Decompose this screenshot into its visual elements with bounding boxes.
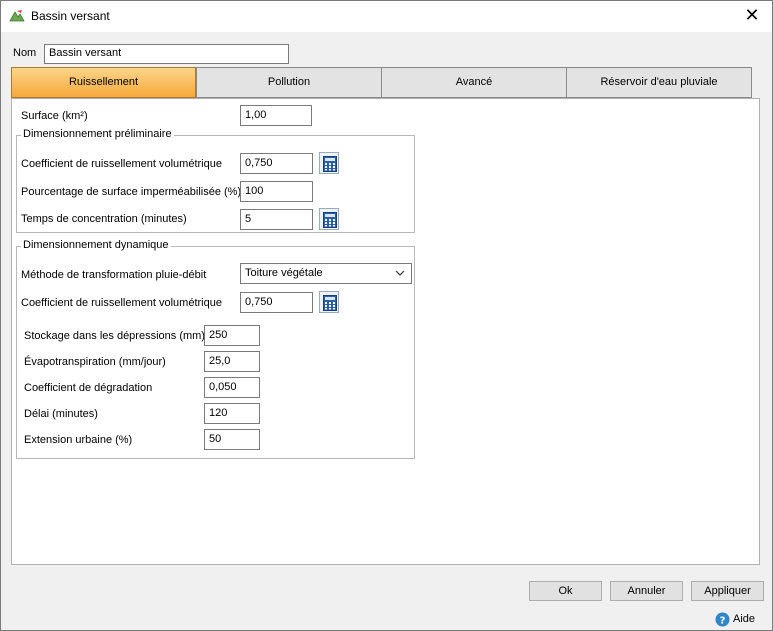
prelim-runoff-calculator-button[interactable] bbox=[319, 152, 339, 174]
prelim-runoff-input[interactable]: 0,750 bbox=[240, 153, 313, 174]
dynamic-runoff-calculator-button[interactable] bbox=[319, 291, 339, 313]
dynamic-method-label: Méthode de transformation pluie-débit bbox=[21, 269, 207, 281]
prelim-impervious-input[interactable]: 100 bbox=[240, 181, 313, 202]
evapo-label: Évapotranspiration (mm/jour) bbox=[24, 356, 166, 368]
prelim-runoff-label: Coefficient de ruissellement volumétriqu… bbox=[21, 158, 222, 170]
help-link[interactable]: ? Aide bbox=[715, 612, 755, 630]
urban-input[interactable]: 50 bbox=[204, 429, 260, 450]
tab-ruissellement[interactable]: Ruissellement bbox=[11, 67, 196, 98]
tab-pollution[interactable]: Pollution bbox=[196, 67, 382, 98]
dialog-window: Bassin versant ✕ Nom Bassin versant Ruis… bbox=[0, 0, 773, 631]
tab-avance[interactable]: Avancé bbox=[381, 67, 567, 98]
name-input[interactable]: Bassin versant bbox=[44, 44, 289, 64]
dynamic-method-value: Toiture végétale bbox=[245, 267, 323, 279]
delay-label: Délai (minutes) bbox=[24, 408, 98, 420]
prelim-concentration-calculator-button[interactable] bbox=[319, 208, 339, 230]
tab-reservoir[interactable]: Réservoir d'eau pluviale bbox=[566, 67, 752, 98]
cancel-button[interactable]: Annuler bbox=[610, 581, 683, 601]
calculator-icon bbox=[323, 295, 337, 311]
surface-input[interactable]: 1,00 bbox=[240, 105, 312, 126]
help-icon: ? bbox=[715, 612, 730, 627]
calculator-icon bbox=[323, 156, 337, 172]
close-button[interactable]: ✕ bbox=[732, 1, 772, 32]
group-dynamic-legend: Dimensionnement dynamique bbox=[21, 239, 171, 251]
urban-label: Extension urbaine (%) bbox=[24, 434, 133, 446]
group-dynamic: Dimensionnement dynamique Méthode de tra… bbox=[16, 239, 415, 459]
ok-button[interactable]: Ok bbox=[529, 581, 602, 601]
svg-text:?: ? bbox=[720, 616, 726, 627]
degradation-input[interactable]: 0,050 bbox=[204, 377, 260, 398]
prelim-concentration-input[interactable]: 5 bbox=[240, 209, 313, 230]
depression-label: Stockage dans les dépressions (mm) bbox=[24, 330, 205, 342]
dynamic-runoff-input[interactable]: 0,750 bbox=[240, 292, 313, 313]
window-title: Bassin versant bbox=[31, 9, 110, 23]
prelim-impervious-label: Pourcentage de surface imperméabilisée (… bbox=[21, 186, 242, 198]
title-bar: Bassin versant ✕ bbox=[1, 1, 772, 32]
group-prelim-legend: Dimensionnement préliminaire bbox=[21, 128, 174, 140]
name-label: Nom bbox=[13, 47, 37, 59]
dynamic-method-select[interactable]: Toiture végétale bbox=[240, 263, 412, 284]
apply-button[interactable]: Appliquer bbox=[691, 581, 764, 601]
tab-strip: Ruissellement Pollution Avancé Réservoir… bbox=[11, 67, 752, 98]
surface-label: Surface (km²) bbox=[21, 110, 88, 122]
calculator-icon bbox=[323, 212, 337, 228]
help-label: Aide bbox=[733, 613, 756, 625]
delay-input[interactable]: 120 bbox=[204, 403, 260, 424]
degradation-label: Coefficient de dégradation bbox=[24, 382, 153, 394]
prelim-concentration-label: Temps de concentration (minutes) bbox=[21, 213, 187, 225]
chevron-down-icon bbox=[395, 270, 405, 276]
depression-input[interactable]: 250 bbox=[204, 325, 260, 346]
tab-panel-ruissellement: Surface (km²) 1,00 Dimensionnement préli… bbox=[11, 98, 760, 565]
evapo-input[interactable]: 25,0 bbox=[204, 351, 260, 372]
app-icon bbox=[9, 9, 25, 23]
dynamic-runoff-label: Coefficient de ruissellement volumétriqu… bbox=[21, 297, 222, 309]
group-prelim: Dimensionnement préliminaire Coefficient… bbox=[16, 128, 415, 233]
